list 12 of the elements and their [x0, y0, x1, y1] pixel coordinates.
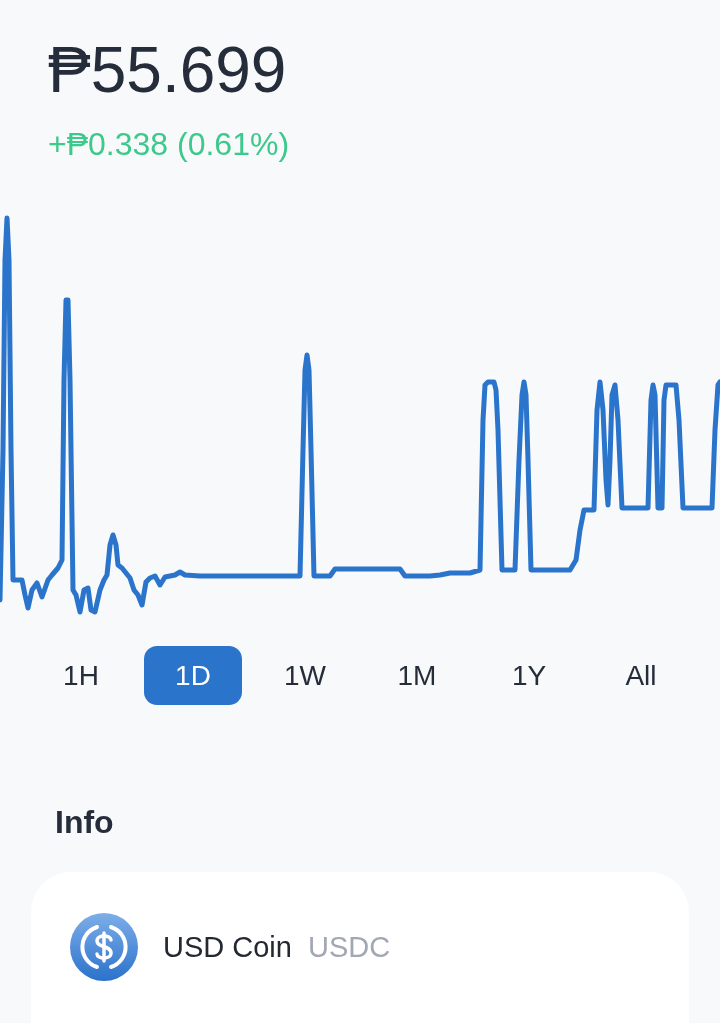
- asset-symbol: USDC: [307, 930, 391, 964]
- dollar-coin-icon: [70, 913, 138, 981]
- price-value: ₱55.699: [48, 34, 287, 106]
- asset-name: USD Coin: [163, 930, 292, 964]
- range-tab[interactable]: 1H: [32, 646, 130, 705]
- range-tab[interactable]: 1W: [256, 646, 354, 705]
- range-tab[interactable]: 1Y: [480, 646, 578, 705]
- section-title: Info: [55, 803, 114, 842]
- range-tab[interactable]: 1D: [144, 646, 242, 705]
- range-tab[interactable]: All: [592, 646, 690, 705]
- range-tab[interactable]: 1M: [368, 646, 466, 705]
- price-change: +₱0.338 (0.61%): [48, 126, 290, 162]
